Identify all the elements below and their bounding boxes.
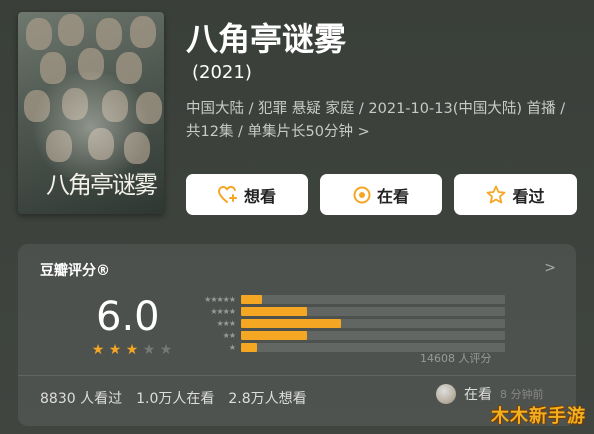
watching-button[interactable]: 在看 [320,174,442,215]
watched-label: 看过 [512,186,545,206]
poster-title: 八角亭谜雾 [46,171,158,199]
star-empty-icon: ★ [159,342,173,358]
eye-circle-icon [353,186,371,203]
chevron-right-icon[interactable]: > [544,260,556,276]
watching-label: 在看 [376,186,409,206]
distribution-bar [241,343,257,352]
distribution-bar [241,307,307,316]
want-to-watch-button[interactable]: 想看 [186,174,308,215]
release-year: (2021) [192,62,252,83]
my-status-time: 8 分钟前 [500,388,544,401]
watched-count[interactable]: 8830 人看过 [40,388,122,408]
distribution-row: ★★★★ [183,306,505,317]
rating-distribution: ★★★★★ ★★★★ ★★★ ★★ ★ [183,294,505,354]
star-icon [487,185,506,204]
heart-plus-icon [217,185,237,203]
star-empty-icon: ★ [142,342,156,358]
distribution-track [241,307,505,316]
rating-card-title: 豆瓣评分® [40,263,110,279]
distribution-track [241,319,505,328]
rating-card[interactable]: 豆瓣评分® > 6.0 ★ ★ ★ ★ ★ ★★★★★ ★★★★ ★★★ ★★ ★ 14608 … [18,244,576,426]
want-label: 想看 [243,186,276,206]
want-count[interactable]: 2.8万人想看 [228,388,306,408]
distribution-label: ★ [228,343,236,352]
distribution-row: ★★ [183,330,505,341]
distribution-row: ★★★ [183,318,505,329]
distribution-bar [241,331,307,340]
star-filled-icon: ★ [108,342,122,358]
distribution-bar [241,319,342,328]
star-filled-icon: ★ [91,342,105,358]
watermark: 木木新手游 [491,406,586,427]
avatar [436,384,456,404]
poster-image[interactable]: 八角亭谜雾 [18,12,164,214]
audience-stats: 8830 人看过 1.0万人在看 2.8万人想看 [40,388,307,408]
distribution-bar [241,295,263,304]
star-filled-icon: ★ [125,342,139,358]
distribution-track [241,331,505,340]
distribution-label: ★★★★ [210,307,236,316]
my-status-label: 在看 [464,387,492,403]
rating-score: 6.0 [96,294,160,340]
page-title: 八角亭谜雾 [186,20,347,58]
distribution-row: ★★★★★ [183,294,505,305]
rating-stars: ★ ★ ★ ★ ★ [90,342,174,358]
distribution-label: ★★★ [216,319,236,328]
my-status[interactable]: 在看 8 分钟前 [436,384,544,404]
distribution-label: ★★ [222,331,236,340]
distribution-track [241,295,505,304]
rating-count: 14608 人评分 [420,352,492,365]
watching-count[interactable]: 1.0万人在看 [136,388,214,408]
watched-button[interactable]: 看过 [454,174,577,215]
divider [18,375,576,376]
movie-meta-info[interactable]: 中国大陆 / 犯罪 悬疑 家庭 / 2021-10-13(中国大陆) 首播 / … [186,98,578,144]
distribution-label: ★★★★★ [204,295,236,304]
